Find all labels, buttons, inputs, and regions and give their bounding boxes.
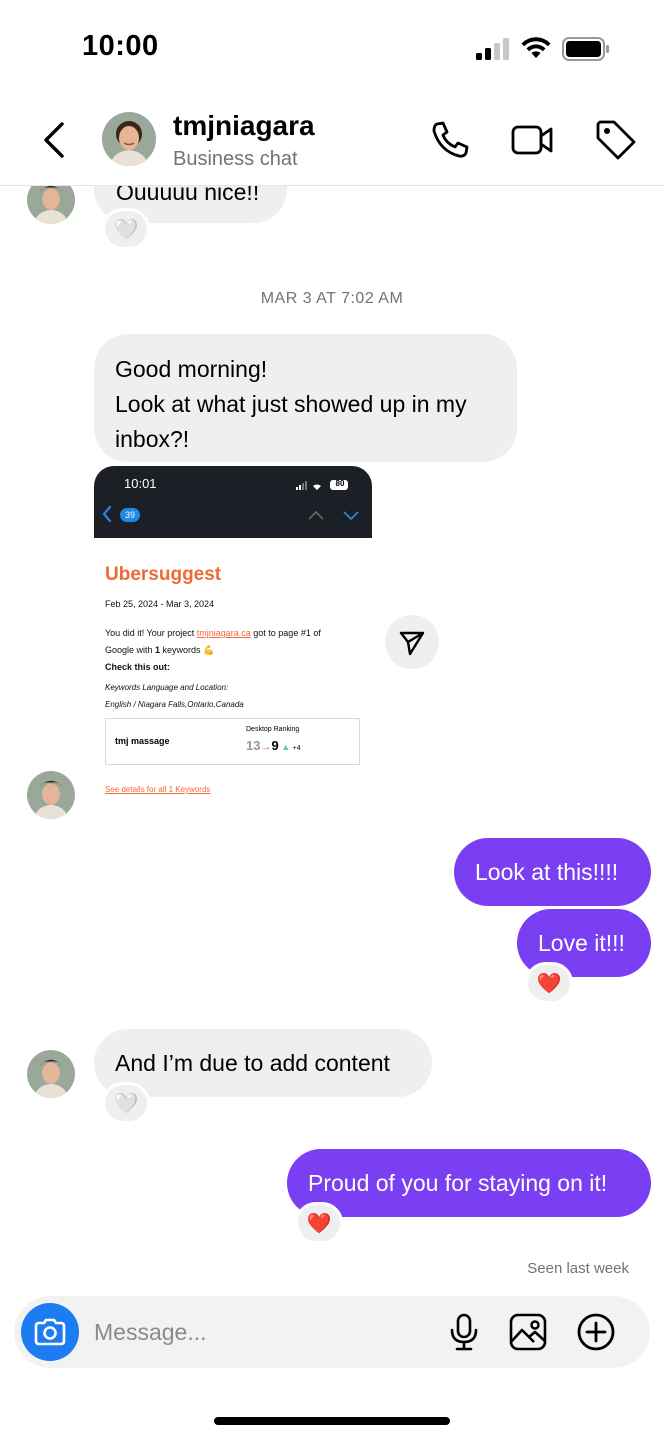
empty-heart-icon: 🤍 bbox=[113, 218, 139, 241]
share-button[interactable] bbox=[385, 615, 439, 669]
email-line: Google with 1 keywords 💪 bbox=[105, 645, 215, 655]
contact-avatar-small[interactable] bbox=[27, 186, 75, 224]
empty-heart-icon: 🤍 bbox=[113, 1092, 139, 1115]
details-link: See details for all 1 Keywords bbox=[105, 785, 211, 794]
keywords-label: Keywords Language and Location: bbox=[105, 683, 229, 692]
message-text: Look at this!!!! bbox=[475, 859, 619, 885]
contact-avatar[interactable] bbox=[102, 112, 156, 166]
video-icon[interactable] bbox=[510, 118, 554, 162]
attachment-email-body: Ubersuggest Feb 25, 2024 - Mar 3, 2024 Y… bbox=[94, 538, 372, 806]
signal-icon bbox=[476, 38, 509, 60]
attachment-back-icon bbox=[102, 505, 112, 523]
attachment-unread-badge: 39 bbox=[120, 508, 140, 522]
phone-icon[interactable] bbox=[428, 118, 472, 162]
ranking-table: tmj massage Desktop Ranking 13→9 ▲ +4 bbox=[105, 718, 360, 765]
send-icon bbox=[399, 631, 425, 656]
email-line: You did it! Your project tmjniagara.ca g… bbox=[105, 628, 321, 638]
red-heart-icon: ❤️ bbox=[536, 972, 562, 995]
contact-avatar-small[interactable] bbox=[27, 1050, 75, 1098]
battery-icon bbox=[562, 37, 609, 61]
message-bubble-incoming[interactable]: And I’m due to add content bbox=[94, 1029, 432, 1097]
message-text: Ouuuuu nice!! bbox=[116, 186, 260, 205]
tag-icon[interactable] bbox=[594, 118, 638, 162]
reaction-badge[interactable]: ❤️ bbox=[525, 962, 573, 1004]
home-indicator[interactable] bbox=[214, 1417, 450, 1425]
contact-name[interactable]: tmjniagara bbox=[173, 110, 315, 142]
check-out-heading: Check this out: bbox=[105, 662, 171, 672]
message-thread[interactable]: Ouuuuu nice!! 🤍 MAR 3 AT 7:02 AM Good mo… bbox=[0, 186, 664, 1290]
red-heart-icon: ❤️ bbox=[306, 1212, 332, 1235]
rank-change: 13→9 ▲ +4 bbox=[246, 738, 301, 753]
message-composer bbox=[14, 1296, 650, 1368]
brand-name: Ubersuggest bbox=[105, 564, 222, 585]
camera-icon bbox=[34, 1318, 66, 1346]
message-line: Look at what just showed up in my bbox=[115, 391, 467, 417]
message-text: Love it!!! bbox=[538, 930, 625, 956]
message-text: Proud of you for staying on it! bbox=[308, 1170, 608, 1196]
keyword-cell: tmj massage bbox=[115, 736, 170, 746]
camera-button[interactable] bbox=[21, 1303, 79, 1361]
reaction-badge[interactable]: ❤️ bbox=[295, 1202, 343, 1244]
keywords-value: English / Niagara Falls,Ontario,Canada bbox=[105, 700, 244, 709]
message-line: inbox?! bbox=[115, 426, 190, 452]
date-separator: MAR 3 AT 7:02 AM bbox=[260, 290, 404, 307]
image-attachment[interactable]: 10:01 80 39 Ubersuggest Feb 25, 2024 - M… bbox=[94, 466, 372, 806]
attachment-nav-arrows bbox=[308, 510, 359, 521]
back-chevron-icon[interactable] bbox=[36, 118, 76, 162]
reaction-badge[interactable]: 🤍 bbox=[102, 208, 150, 250]
date-range: Feb 25, 2024 - Mar 3, 2024 bbox=[105, 599, 215, 609]
project-link: tmjniagara.ca bbox=[196, 628, 251, 638]
message-bubble-outgoing[interactable]: Proud of you for staying on it! bbox=[287, 1149, 651, 1217]
attachment-time: 10:01 bbox=[124, 476, 157, 491]
message-input[interactable] bbox=[94, 1310, 424, 1354]
ranking-header: Desktop Ranking bbox=[246, 726, 300, 733]
microphone-icon[interactable] bbox=[444, 1312, 484, 1352]
message-bubble-incoming[interactable]: Good morning! Look at what just showed u… bbox=[94, 334, 517, 462]
status-time: 10:00 bbox=[82, 30, 159, 62]
reaction-badge[interactable]: 🤍 bbox=[102, 1082, 150, 1124]
message-text: And I’m due to add content bbox=[115, 1050, 390, 1076]
message-bubble-outgoing[interactable]: Look at this!!!! bbox=[454, 838, 651, 906]
plus-circle-icon[interactable] bbox=[576, 1312, 616, 1352]
contact-subtitle: Business chat bbox=[173, 148, 298, 170]
attachment-status-strip: 10:01 80 39 bbox=[94, 466, 372, 538]
chat-header: tmjniagara Business chat bbox=[0, 100, 664, 186]
wifi-icon bbox=[521, 37, 551, 58]
image-icon[interactable] bbox=[508, 1312, 548, 1352]
attachment-battery: 80 bbox=[335, 479, 345, 488]
seen-status: Seen last week bbox=[527, 1260, 629, 1277]
message-line: Good morning! bbox=[115, 356, 268, 382]
contact-avatar-small[interactable] bbox=[27, 771, 75, 819]
status-bar: 10:00 bbox=[0, 0, 664, 100]
